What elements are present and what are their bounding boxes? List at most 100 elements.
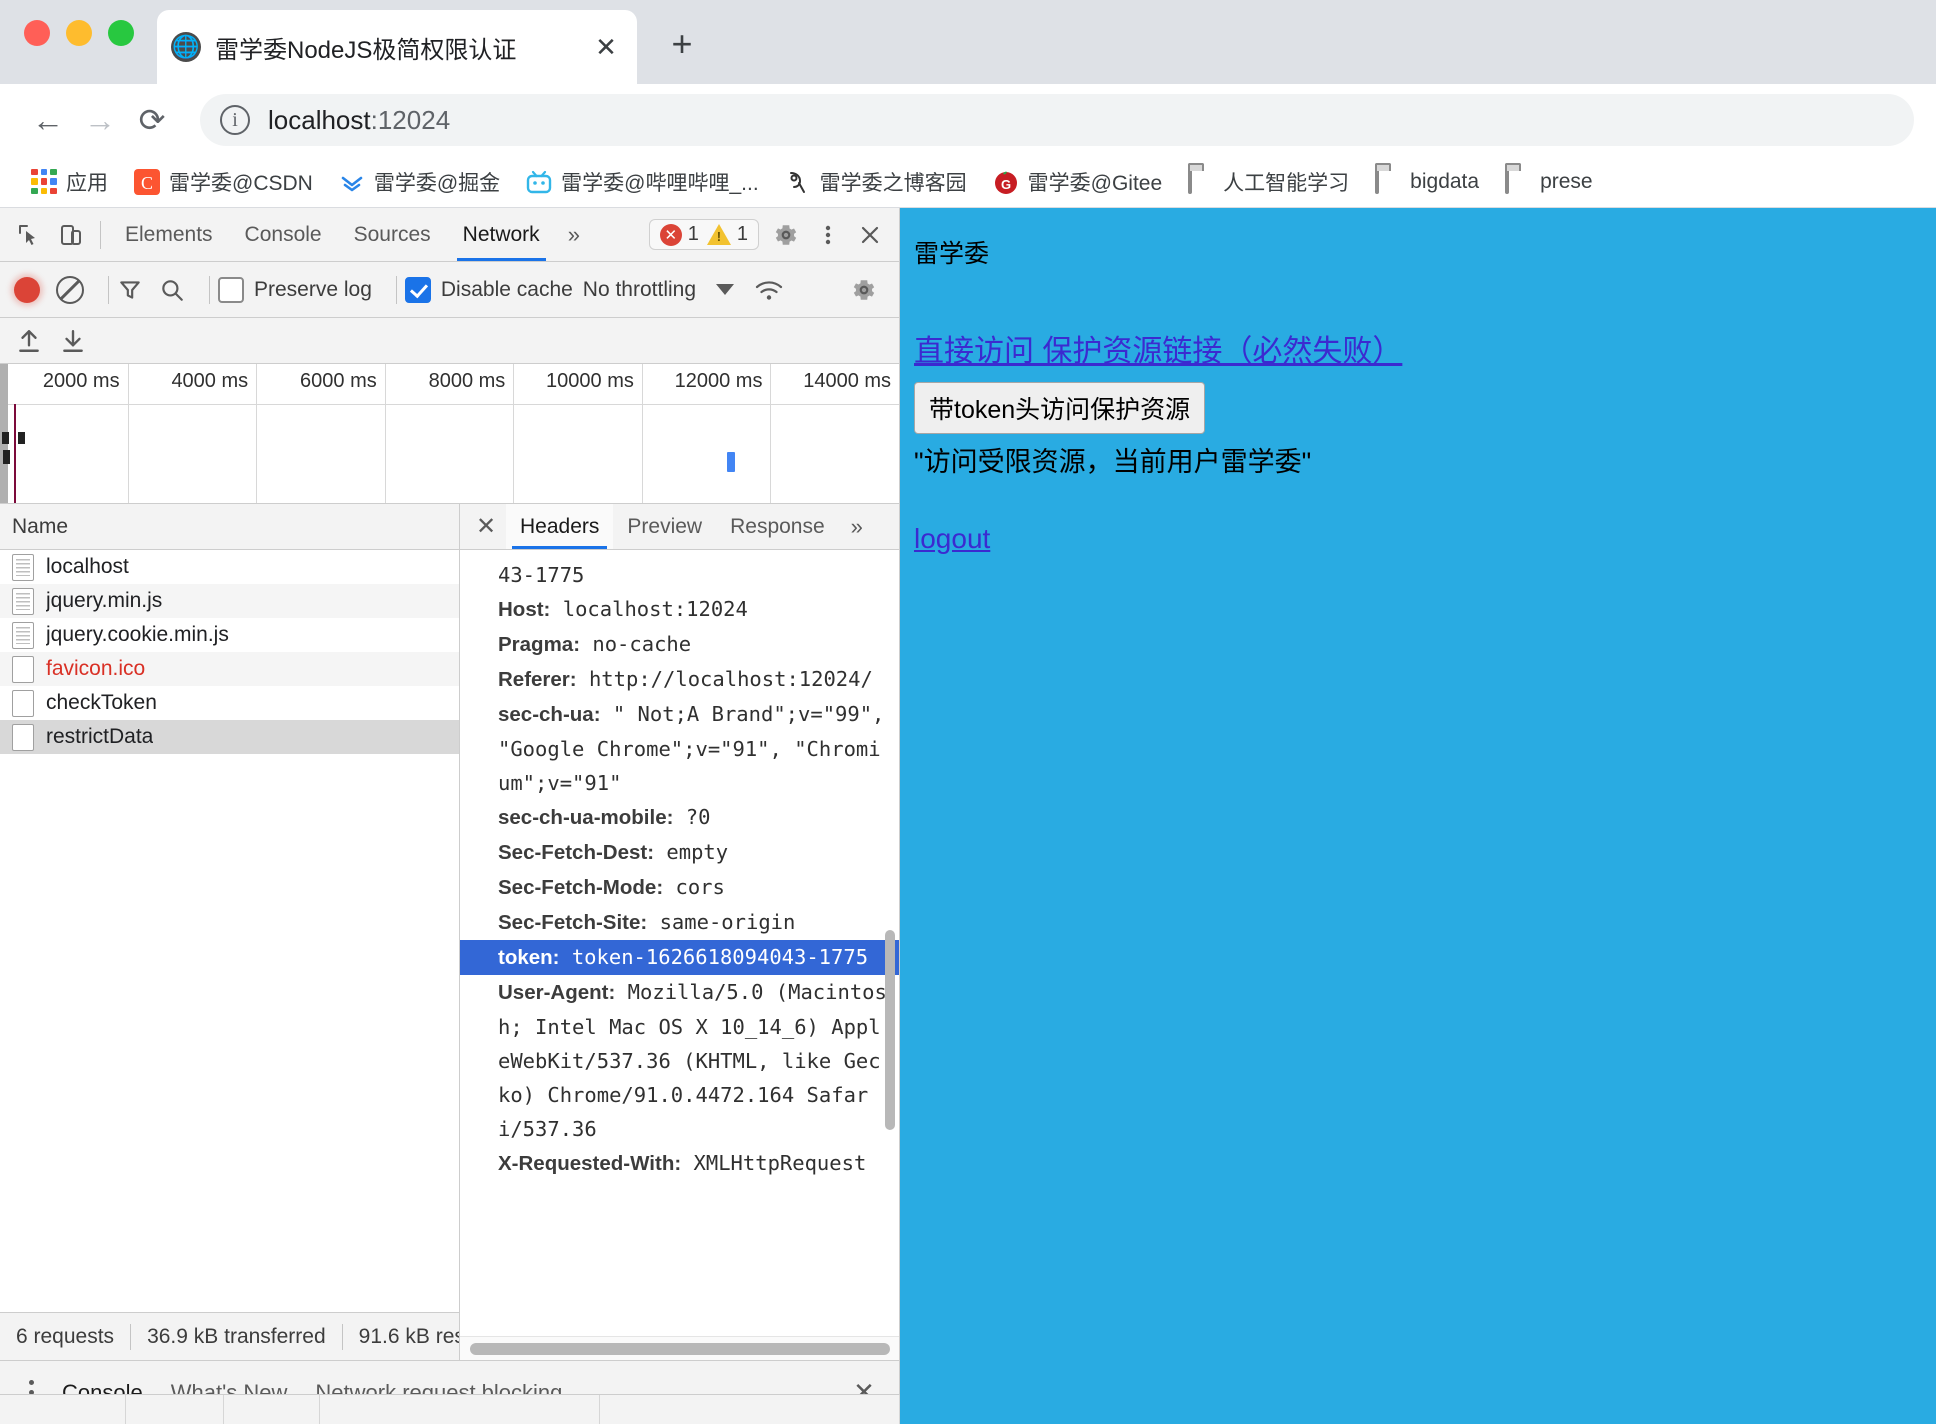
error-icon: ✕ bbox=[660, 224, 682, 246]
error-badge[interactable]: ✕ 1 bbox=[660, 223, 699, 246]
bookmark-juejin[interactable]: 雷学委@掘金 bbox=[326, 167, 513, 197]
table-row[interactable]: restrictData bbox=[0, 720, 459, 754]
devtools-tabs: Elements Console Sources Network » bbox=[109, 208, 649, 261]
table-row[interactable]: checkToken bbox=[0, 686, 459, 720]
bookmark-gitee[interactable]: G 雷学委@Gitee bbox=[980, 167, 1176, 197]
token-access-button[interactable]: 带token头访问保护资源 bbox=[914, 382, 1205, 434]
details-hscroll-track[interactable] bbox=[460, 1336, 899, 1360]
close-tab-icon[interactable]: ✕ bbox=[589, 30, 623, 64]
bookmark-bilibili[interactable]: 雷学委@哔哩哔哩_... bbox=[513, 167, 772, 197]
minimize-window-button[interactable] bbox=[66, 20, 92, 46]
browser-tab[interactable]: 🌐 雷学委NodeJS极简权限认证 ✕ bbox=[157, 10, 637, 84]
kebab-icon[interactable] bbox=[807, 214, 849, 256]
clear-icon[interactable] bbox=[56, 276, 84, 304]
table-row[interactable]: jquery.min.js bbox=[0, 584, 459, 618]
bookmark-label: 雷学委@哔哩哔哩_... bbox=[561, 167, 759, 197]
header-row[interactable]: Pragma: no-cache bbox=[498, 627, 889, 662]
table-row[interactable]: jquery.cookie.min.js bbox=[0, 618, 459, 652]
close-devtools-icon[interactable] bbox=[849, 214, 891, 256]
divider bbox=[0, 404, 899, 405]
globe-icon: 🌐 bbox=[171, 32, 201, 62]
site-info-icon[interactable]: i bbox=[220, 105, 250, 135]
header-value: empty bbox=[666, 840, 728, 864]
tab-console[interactable]: Console bbox=[229, 208, 338, 261]
upload-arrow-icon[interactable] bbox=[16, 328, 42, 354]
chevron-down-icon[interactable] bbox=[716, 284, 734, 295]
warning-count: 1 bbox=[737, 223, 748, 246]
bookmark-label: 雷学委@Gitee bbox=[1028, 167, 1163, 197]
bookmark-ai-study[interactable]: 人工智能学习 bbox=[1175, 167, 1362, 197]
address-bar[interactable]: i localhost:12024 bbox=[200, 94, 1914, 146]
close-window-button[interactable] bbox=[24, 20, 50, 46]
header-row[interactable]: X-Requested-With: XMLHttpRequest bbox=[498, 1146, 889, 1181]
header-value: ?0 bbox=[686, 805, 711, 829]
more-tabs-icon[interactable]: » bbox=[556, 222, 592, 248]
protected-resource-link[interactable]: 直接访问 保护资源链接（必然失败） bbox=[914, 326, 1402, 370]
tab-preview[interactable]: Preview bbox=[613, 504, 716, 549]
cnblogs-icon bbox=[785, 169, 811, 195]
throttling-select[interactable]: No throttling bbox=[583, 278, 696, 302]
devtools-tabbar: Elements Console Sources Network » ✕ 1 1 bbox=[0, 208, 899, 262]
header-value: token-1626618094043-1775 bbox=[572, 945, 868, 969]
request-name: restrictData bbox=[46, 725, 153, 749]
new-tab-button[interactable]: + bbox=[660, 22, 704, 66]
table-row[interactable]: localhost bbox=[0, 550, 459, 584]
bookmark-label: 雷学委之博客园 bbox=[820, 167, 967, 197]
tab-response[interactable]: Response bbox=[716, 504, 839, 549]
gear-icon[interactable] bbox=[765, 214, 807, 256]
warning-badge[interactable]: 1 bbox=[707, 223, 748, 246]
logout-link[interactable]: logout bbox=[914, 523, 990, 555]
forward-button[interactable]: → bbox=[74, 94, 126, 146]
preserve-log-label[interactable]: Preserve log bbox=[254, 278, 372, 302]
header-row[interactable]: Sec-Fetch-Site: same-origin bbox=[498, 905, 889, 940]
maximize-window-button[interactable] bbox=[108, 20, 134, 46]
header-row[interactable]: Referer: http://localhost:12024/ bbox=[498, 662, 889, 697]
bookmark-csdn[interactable]: C 雷学委@CSDN bbox=[121, 167, 326, 197]
more-details-tabs-icon[interactable]: » bbox=[839, 514, 875, 540]
tab-sources[interactable]: Sources bbox=[338, 208, 447, 261]
header-row[interactable]: User-Agent: Mozilla/5.0 (Macintosh; Inte… bbox=[498, 975, 889, 1146]
download-arrow-icon[interactable] bbox=[60, 328, 86, 354]
bookmark-bigdata[interactable]: bigdata bbox=[1362, 169, 1492, 195]
blank-document-icon bbox=[12, 656, 34, 683]
search-icon[interactable] bbox=[159, 277, 185, 303]
header-row[interactable]: sec-ch-ua-mobile: ?0 bbox=[498, 800, 889, 835]
header-row[interactable]: 43-1775 bbox=[498, 558, 889, 592]
header-row[interactable]: Host: localhost:12024 bbox=[498, 592, 889, 627]
tab-headers[interactable]: Headers bbox=[506, 504, 613, 549]
divider bbox=[108, 276, 109, 304]
request-list-header[interactable]: Name bbox=[0, 504, 459, 550]
device-toolbar-icon[interactable] bbox=[50, 214, 92, 256]
header-name: Sec-Fetch-Site: bbox=[498, 911, 647, 934]
reload-button[interactable]: ⟳ bbox=[126, 94, 178, 146]
back-button[interactable]: ← bbox=[22, 94, 74, 146]
header-row[interactable]: Sec-Fetch-Mode: cors bbox=[498, 870, 889, 905]
funnel-icon[interactable] bbox=[117, 277, 143, 303]
header-row[interactable]: Sec-Fetch-Dest: empty bbox=[498, 835, 889, 870]
preserve-log-checkbox[interactable] bbox=[218, 277, 244, 303]
network-timeline-overview[interactable]: 2000 ms 4000 ms 6000 ms 8000 ms 10000 ms… bbox=[0, 364, 899, 504]
bookmark-label: 雷学委@掘金 bbox=[374, 167, 500, 197]
tab-elements[interactable]: Elements bbox=[109, 208, 229, 261]
window-controls[interactable] bbox=[24, 20, 134, 46]
table-row[interactable]: favicon.ico bbox=[0, 652, 459, 686]
header-row[interactable]: sec-ch-ua: " Not;A Brand";v="99", "Googl… bbox=[498, 697, 889, 800]
bookmark-prese[interactable]: prese bbox=[1492, 169, 1606, 195]
tab-network[interactable]: Network bbox=[447, 208, 556, 261]
url-host: localhost bbox=[268, 105, 371, 135]
bookmark-apps[interactable]: 应用 bbox=[18, 167, 121, 197]
details-horizontal-scrollbar[interactable] bbox=[470, 1343, 890, 1355]
bookmark-cnblogs[interactable]: 雷学委之博客园 bbox=[772, 167, 980, 197]
header-name: Sec-Fetch-Mode: bbox=[498, 876, 663, 899]
issue-badges[interactable]: ✕ 1 1 bbox=[649, 219, 759, 250]
close-details-icon[interactable]: ✕ bbox=[466, 504, 506, 549]
disable-cache-checkbox[interactable] bbox=[405, 277, 431, 303]
wifi-icon[interactable] bbox=[754, 278, 782, 302]
disable-cache-label[interactable]: Disable cache bbox=[441, 278, 573, 302]
folder-icon bbox=[1375, 169, 1401, 195]
header-row-selected[interactable]: token: token-1626618094043-1775 bbox=[460, 940, 899, 975]
inspect-element-icon[interactable] bbox=[8, 214, 50, 256]
network-settings-gear-icon[interactable] bbox=[843, 269, 885, 311]
details-vertical-scrollbar[interactable] bbox=[885, 930, 895, 1130]
record-button[interactable] bbox=[14, 277, 40, 303]
